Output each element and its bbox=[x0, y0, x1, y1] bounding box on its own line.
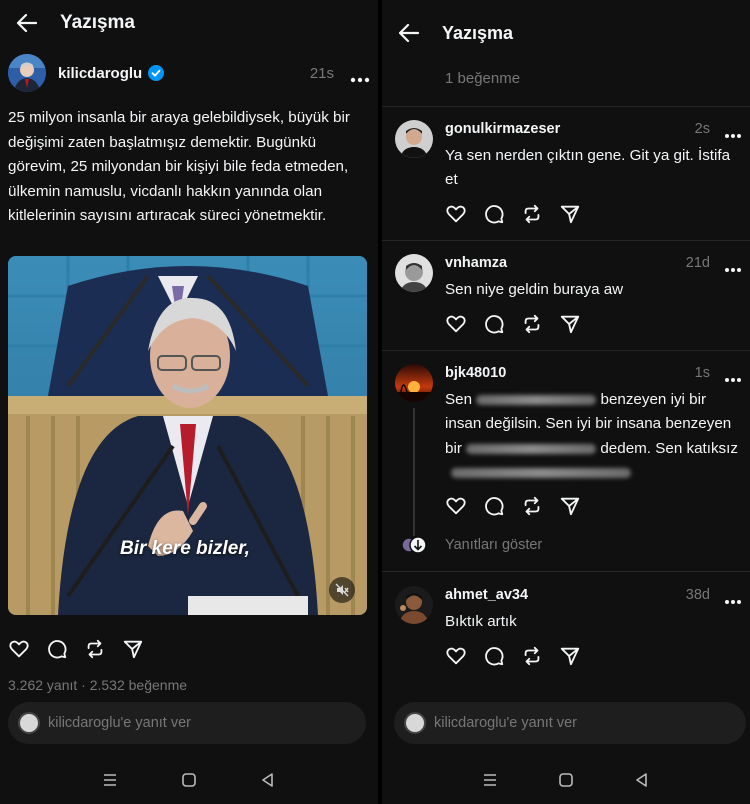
reply-text-part: insan değilsin. Sen iyi bir insana benze… bbox=[445, 415, 732, 433]
reply-text: Sen niye geldin buraya aw bbox=[445, 281, 624, 298]
reply-text-part: Sen bbox=[445, 391, 473, 408]
post-time: 21s bbox=[309, 64, 334, 82]
reply-username[interactable]: vnhamza bbox=[445, 255, 507, 271]
reply-placeholder: kilicdaroglu'e yanıt ver bbox=[48, 715, 192, 731]
share-icon[interactable] bbox=[122, 638, 144, 660]
comment-icon[interactable] bbox=[483, 495, 505, 517]
reply-time: 21d bbox=[685, 255, 710, 271]
reply-username[interactable]: ahmet_av34 bbox=[445, 587, 528, 603]
redacted-text bbox=[476, 394, 597, 405]
avatar[interactable] bbox=[395, 254, 433, 292]
nav-back-icon[interactable] bbox=[633, 771, 651, 789]
nav-menu-icon[interactable] bbox=[481, 771, 499, 789]
post-text: 25 milyon insanla bir araya gelebildiyse… bbox=[8, 109, 350, 225]
post-panel: Yazışma kilicdaroglu 21s 25 milyon insan… bbox=[0, 0, 378, 804]
reply-text-part: benzeyen iyi bir bbox=[600, 391, 707, 408]
system-nav-bar bbox=[0, 756, 378, 804]
repost-icon[interactable] bbox=[521, 495, 543, 517]
redacted-text bbox=[451, 468, 631, 479]
replies-panel: Yazışma 1 beğenme gonulkirmazeser 2s Ya … bbox=[382, 0, 750, 804]
more-icon[interactable] bbox=[724, 592, 742, 604]
reply-item: vnhamza 21d Sen niye geldin buraya aw bbox=[382, 240, 750, 350]
redacted-text bbox=[466, 443, 597, 454]
nav-home-icon[interactable] bbox=[557, 771, 575, 789]
system-nav-bar bbox=[382, 756, 750, 804]
reply-username[interactable]: bjk48010 bbox=[445, 365, 506, 381]
avatar bbox=[404, 712, 426, 734]
comment-icon[interactable] bbox=[483, 645, 505, 667]
share-icon[interactable] bbox=[559, 645, 581, 667]
repost-icon[interactable] bbox=[84, 638, 106, 660]
show-replies-button[interactable]: Yanıtları göster bbox=[382, 530, 750, 560]
reply-actions bbox=[445, 313, 581, 335]
likes-count[interactable]: 1 beğenme bbox=[445, 70, 520, 87]
share-icon[interactable] bbox=[559, 313, 581, 335]
avatar[interactable] bbox=[8, 54, 46, 92]
mute-icon[interactable] bbox=[329, 577, 355, 603]
heart-icon[interactable] bbox=[8, 638, 30, 660]
reply-text-part: dedem. Sen katıksız bbox=[600, 439, 738, 457]
post-header: kilicdaroglu 21s bbox=[8, 52, 370, 94]
post-actions bbox=[8, 638, 144, 660]
reply-item: gonulkirmazeser 2s Ya sen nerden çıktın … bbox=[382, 106, 750, 238]
heart-icon[interactable] bbox=[445, 203, 467, 225]
avatar[interactable] bbox=[395, 364, 433, 402]
reply-username[interactable]: gonulkirmazeser bbox=[445, 121, 560, 137]
comment-icon[interactable] bbox=[483, 203, 505, 225]
reply-avatars-icon bbox=[401, 536, 427, 554]
heart-icon[interactable] bbox=[445, 495, 467, 517]
repost-icon[interactable] bbox=[521, 645, 543, 667]
reply-time: 2s bbox=[694, 121, 710, 137]
reply-actions bbox=[445, 203, 581, 225]
repost-icon[interactable] bbox=[521, 313, 543, 335]
post-stats[interactable]: 3.262 yanıt · 2.532 beğenme bbox=[8, 677, 187, 693]
show-replies-label: Yanıtları göster bbox=[445, 537, 543, 553]
more-icon[interactable] bbox=[724, 126, 742, 138]
reply-item: ahmet_av34 38d Bıktık artık bbox=[382, 572, 750, 682]
reply-text-part: bir bbox=[445, 439, 462, 457]
nav-menu-icon[interactable] bbox=[101, 771, 119, 789]
reply-input[interactable]: kilicdaroglu'e yanıt ver bbox=[8, 702, 366, 744]
video-caption: Bir kere bizler, bbox=[120, 538, 250, 559]
avatar[interactable] bbox=[395, 120, 433, 158]
header: Yazışma bbox=[382, 0, 750, 66]
comment-icon[interactable] bbox=[483, 313, 505, 335]
heart-icon[interactable] bbox=[445, 313, 467, 335]
back-arrow-icon[interactable] bbox=[398, 22, 420, 44]
comment-icon[interactable] bbox=[46, 638, 68, 660]
reply-placeholder: kilicdaroglu'e yanıt ver bbox=[434, 715, 578, 731]
reply-text: Sen benzeyen iyi bir insan değilsin. Sen… bbox=[445, 388, 745, 485]
reply-text: Bıktık artık bbox=[445, 613, 517, 630]
avatar[interactable] bbox=[395, 586, 433, 624]
header: Yazışma bbox=[0, 0, 378, 46]
share-icon[interactable] bbox=[559, 495, 581, 517]
avatar bbox=[18, 712, 40, 734]
thread-line bbox=[413, 408, 415, 536]
share-icon[interactable] bbox=[559, 203, 581, 225]
reply-actions bbox=[445, 645, 581, 667]
reply-actions bbox=[445, 495, 581, 517]
post-video[interactable]: Bir kere bizler, bbox=[8, 256, 367, 615]
nav-home-icon[interactable] bbox=[180, 771, 198, 789]
back-arrow-icon[interactable] bbox=[16, 12, 38, 34]
page-title: Yazışma bbox=[60, 12, 135, 33]
reply-input[interactable]: kilicdaroglu'e yanıt ver bbox=[394, 702, 746, 744]
page-title: Yazışma bbox=[442, 22, 514, 43]
reply-time: 38d bbox=[685, 587, 710, 603]
reply-time: 1s bbox=[694, 365, 710, 381]
username[interactable]: kilicdaroglu bbox=[58, 65, 142, 82]
heart-icon[interactable] bbox=[445, 645, 467, 667]
nav-back-icon[interactable] bbox=[259, 771, 277, 789]
more-icon[interactable] bbox=[724, 370, 742, 382]
verified-badge-icon bbox=[148, 65, 165, 81]
repost-icon[interactable] bbox=[521, 203, 543, 225]
reply-text: Ya sen nerden çıktın gene. Git ya git. İ… bbox=[445, 147, 731, 189]
more-icon[interactable] bbox=[724, 260, 742, 272]
more-icon[interactable] bbox=[350, 70, 370, 83]
